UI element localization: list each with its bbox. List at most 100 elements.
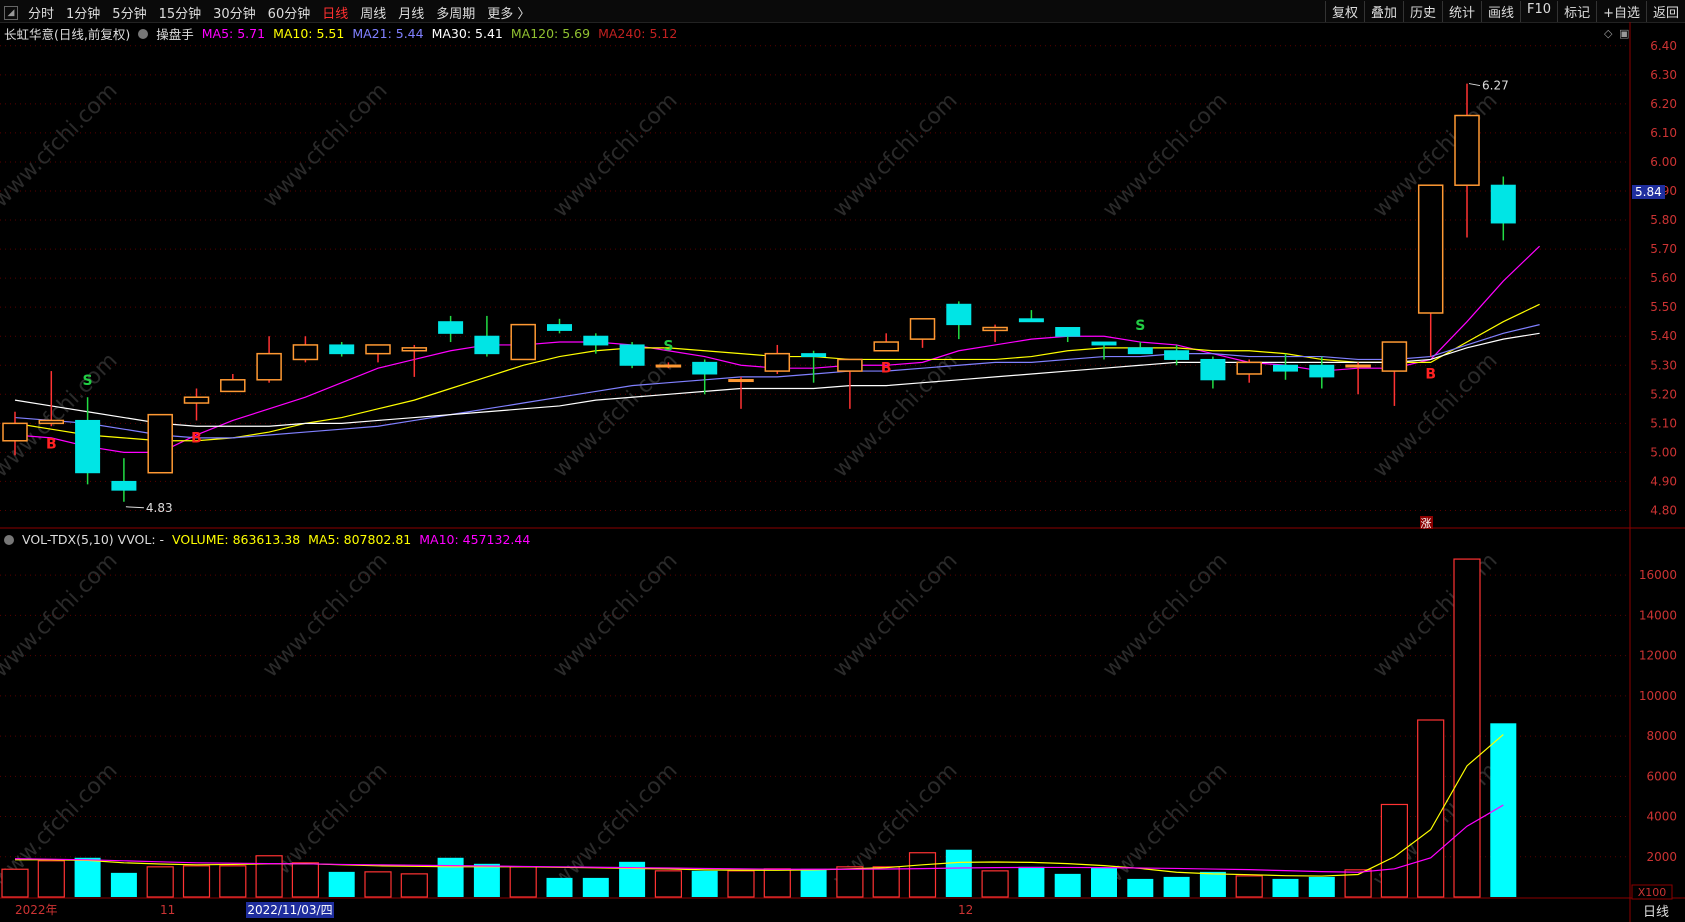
watermark: www.cfchi.com — [828, 88, 962, 222]
candle[interactable] — [510, 323, 536, 361]
price-tick-label: 5.70 — [1650, 242, 1677, 256]
candle[interactable] — [1381, 341, 1408, 406]
watermark: www.cfchi.com — [1098, 88, 1232, 222]
candle-body — [1164, 350, 1190, 360]
price-tick-label: 5.50 — [1650, 300, 1677, 314]
candle[interactable] — [982, 324, 1008, 343]
volume-bar — [654, 870, 683, 898]
candle-body — [510, 323, 536, 361]
volume-bar — [328, 871, 355, 897]
kline-chart[interactable]: 6.406.306.206.106.005.905.805.705.605.50… — [0, 0, 1685, 922]
date-label-nov: 11 — [160, 903, 175, 917]
candle[interactable] — [1200, 356, 1226, 389]
low-pointer — [125, 506, 144, 509]
price-tick-label: 6.00 — [1650, 155, 1677, 169]
candle[interactable] — [292, 336, 319, 363]
candle-body — [220, 379, 246, 393]
high-pointer — [1468, 83, 1481, 87]
candle-body — [1273, 364, 1298, 372]
candle-body — [1091, 341, 1117, 346]
watermark: www.cfchi.com — [828, 548, 962, 682]
watermark: www.cfchi.com — [548, 88, 682, 222]
watermark: www.cfchi.com — [1368, 548, 1502, 682]
signal-sell: S — [1135, 318, 1145, 334]
volume-bar — [364, 871, 392, 898]
volume-bar — [437, 857, 464, 897]
zhang-marker: 涨 — [1421, 517, 1432, 530]
candle[interactable] — [837, 358, 863, 409]
candle-body — [909, 318, 936, 340]
candle[interactable] — [1018, 310, 1044, 323]
vol-tick-label: 14000 — [1639, 608, 1677, 622]
price-tick-label: 4.90 — [1650, 474, 1677, 488]
candle[interactable] — [801, 350, 827, 383]
candle[interactable] — [365, 344, 391, 363]
candle[interactable] — [329, 342, 355, 357]
candle[interactable] — [692, 359, 718, 395]
candle[interactable] — [1236, 359, 1262, 383]
price-tick-label: 5.10 — [1650, 416, 1677, 430]
watermark: www.cfchi.com — [548, 548, 682, 682]
volume-bar — [1018, 866, 1045, 897]
candle[interactable] — [474, 315, 500, 357]
candle-body — [1055, 327, 1081, 337]
volume-bar — [37, 860, 65, 898]
signal-buy: B — [1425, 367, 1436, 383]
candle-body — [619, 344, 645, 366]
candle[interactable] — [147, 413, 173, 474]
candle[interactable] — [1127, 342, 1153, 355]
signal-sell: S — [663, 338, 673, 354]
candle-body — [1127, 347, 1153, 355]
volume-bar — [908, 852, 937, 898]
volume-bar — [400, 873, 428, 898]
candle[interactable] — [438, 315, 464, 343]
price-tick-label: 6.40 — [1650, 39, 1677, 53]
period-label: 日线 — [1643, 905, 1669, 920]
price-tick-label: 5.60 — [1650, 271, 1677, 285]
candle-body — [583, 335, 609, 346]
volume-bar — [1163, 876, 1190, 897]
candle[interactable] — [873, 333, 899, 352]
candle[interactable] — [220, 373, 246, 393]
candle[interactable] — [1490, 176, 1516, 241]
candle-body — [692, 361, 718, 375]
candle[interactable] — [1273, 353, 1298, 380]
candle[interactable] — [1417, 184, 1444, 357]
candle-body — [1236, 361, 1262, 375]
candle-body — [1309, 364, 1335, 378]
candle-body — [1381, 341, 1408, 372]
vol-tick-label: 8000 — [1646, 729, 1677, 743]
volume-bar — [836, 866, 864, 898]
vol-ma5-line — [15, 734, 1504, 877]
volume-bar — [74, 857, 101, 897]
candle-body — [1018, 318, 1044, 323]
vol-ma10-line — [14, 804, 1504, 873]
candle[interactable] — [619, 342, 645, 369]
low-price-label: 4.83 — [146, 501, 173, 515]
candle-body — [764, 352, 791, 372]
candle[interactable] — [547, 318, 572, 334]
candle-body — [547, 324, 572, 331]
candle[interactable] — [256, 336, 282, 383]
vol-tick-label: 12000 — [1639, 649, 1677, 663]
candle[interactable] — [1309, 356, 1335, 389]
candle-body — [329, 344, 355, 355]
candle-body — [75, 419, 101, 474]
candle[interactable] — [1345, 362, 1371, 395]
candle[interactable] — [183, 388, 210, 421]
volume-bar — [546, 877, 573, 897]
candle-body — [401, 347, 428, 352]
candle[interactable] — [946, 301, 972, 340]
candle[interactable] — [1055, 327, 1081, 343]
date-label-dec: 12 — [958, 903, 973, 917]
watermark: www.cfchi.com — [258, 78, 392, 212]
candle[interactable] — [764, 344, 791, 374]
candle[interactable] — [728, 376, 754, 409]
panel-icon: ▣ — [1619, 27, 1629, 40]
volume-bar — [1127, 878, 1154, 897]
candle[interactable] — [111, 458, 137, 502]
candle[interactable] — [909, 318, 936, 348]
volume-bar — [582, 877, 609, 897]
watermark: www.cfchi.com — [1098, 548, 1232, 682]
watermark: www.cfchi.com — [0, 548, 123, 682]
